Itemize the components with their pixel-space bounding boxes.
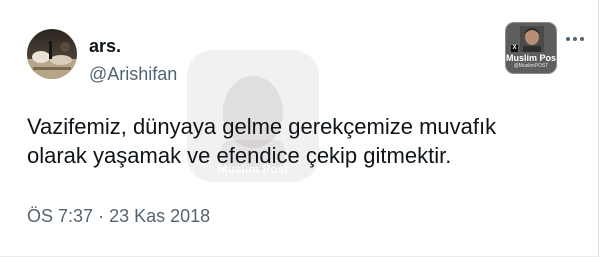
author-avatar[interactable] — [27, 29, 77, 79]
tweet-text-line: olarak yaşamak ve efendice çekip gitmekt… — [27, 143, 452, 168]
meta-separator: · — [98, 206, 105, 226]
more-horizontal-icon-dot — [580, 37, 584, 41]
tweet-date[interactable]: 23 Kas 2018 — [109, 206, 210, 226]
more-options-button[interactable] — [562, 28, 588, 50]
tweet-text: Vazifemiz, dünyaya gelme gerekçemize muv… — [27, 112, 587, 170]
badge-x-logo-icon: X — [511, 45, 518, 52]
tweet-card: ars. @Arishifan Muslim Post X Muslim Pos… — [0, 0, 599, 257]
tweet-time[interactable]: ÖS 7:37 — [27, 206, 93, 226]
avatar-photo-icon — [27, 29, 77, 79]
badge-face-icon — [520, 26, 544, 52]
author-display-name[interactable]: ars. — [89, 35, 121, 57]
more-horizontal-icon-dot — [573, 37, 577, 41]
badge-title: Muslim Post — [506, 53, 557, 63]
badge-subtitle: @MuslimPOST — [513, 63, 549, 69]
more-horizontal-icon — [566, 37, 570, 41]
author-handle[interactable]: @Arishifan — [89, 63, 177, 85]
tweet-timestamp: ÖS 7:37 · 23 Kas 2018 — [27, 205, 210, 227]
muslim-post-badge: X Muslim Post @MuslimPOST — [505, 22, 557, 74]
tweet-text-line: Vazifemiz, dünyaya gelme gerekçemize muv… — [27, 114, 497, 139]
